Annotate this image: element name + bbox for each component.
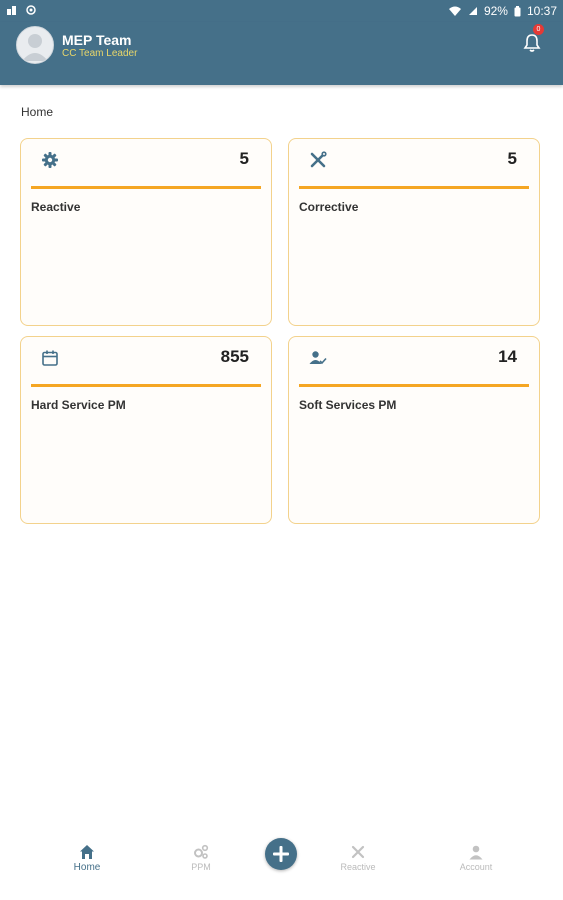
card-count: 855 [220,347,249,366]
signal-icon [468,6,478,16]
card-count: 5 [239,149,249,168]
card-corrective[interactable]: 5 Corrective [288,138,540,326]
calendar-icon [41,349,59,367]
person-avatar-icon [22,34,48,61]
nav-label-home: Home [73,862,101,873]
card-hard-service-pm[interactable]: 855 Hard Service PM [20,336,272,524]
nav-label-ppm: PPM [191,862,211,872]
card-count: 5 [507,149,517,168]
breadcrumb: Home [21,105,54,119]
notification-icon [6,4,18,16]
bottom-nav: Home PPM Reactive Account [0,838,563,900]
status-right: 92% 10:37 [448,4,557,18]
tools-icon [309,151,327,169]
settings-status-icon [26,5,36,15]
wifi-icon [448,5,462,17]
nav-item-reactive[interactable]: Reactive [318,844,398,872]
add-button[interactable] [265,838,297,870]
status-left [6,4,36,16]
notification-badge: 0 [533,24,544,35]
gears-icon [194,844,209,859]
nav-label-account: Account [459,862,493,872]
nav-label-reactive: Reactive [340,862,376,872]
gear-icon [41,151,59,169]
status-time: 10:37 [526,4,557,18]
team-role: CC Team Leader [62,48,138,59]
home-icon [80,845,94,859]
plus-icon [273,846,289,862]
nav-item-account[interactable]: Account [436,844,516,872]
team-name: MEP Team [62,32,132,48]
card-divider [299,384,529,387]
status-bar: 92% 10:37 [0,0,563,22]
card-soft-services-pm[interactable]: 14 Soft Services PM [288,336,540,524]
card-reactive[interactable]: 5 Reactive [20,138,272,326]
notifications-button[interactable] [521,32,543,54]
card-label: Corrective [299,200,359,214]
card-divider [31,384,261,387]
person-icon [469,845,483,860]
nav-item-ppm[interactable]: PPM [161,844,241,872]
card-label: Reactive [31,200,81,214]
app-screen: 92% 10:37 MEP Team CC Team Leader 0 Home [0,0,563,900]
card-count: 14 [498,347,517,366]
card-label: Hard Service PM [31,398,126,412]
nav-item-home[interactable]: Home [47,844,127,873]
user-check-icon [309,349,327,367]
avatar[interactable] [16,26,54,64]
card-label: Soft Services PM [299,398,397,412]
card-divider [31,186,261,189]
tools-icon [351,845,365,859]
bell-icon [523,34,541,52]
battery-icon [514,5,521,17]
app-header: MEP Team CC Team Leader 0 [0,22,563,85]
battery-percent: 92% [483,4,508,18]
card-divider [299,186,529,189]
